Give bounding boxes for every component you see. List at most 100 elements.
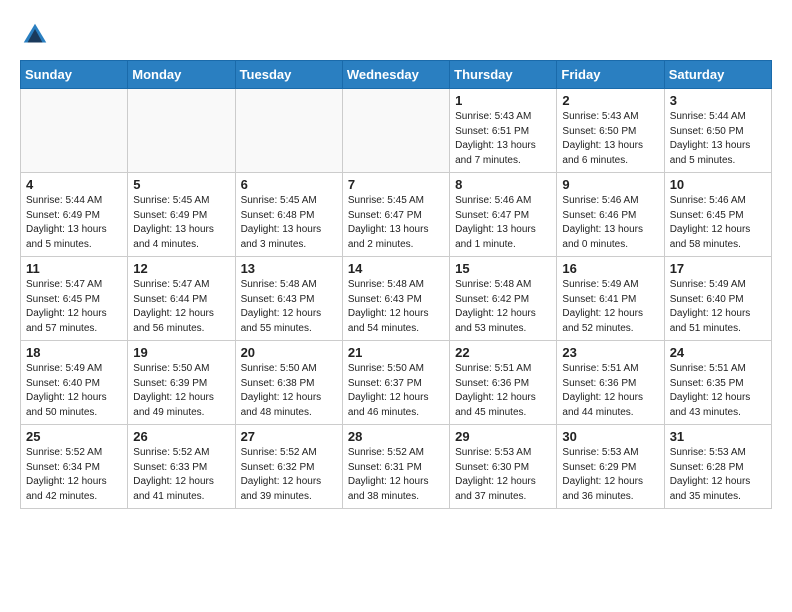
day-info: Sunrise: 5:44 AMSunset: 6:49 PMDaylight:… xyxy=(26,194,122,252)
day-info: Sunrise: 5:46 AMSunset: 6:47 PMDaylight:… xyxy=(455,194,551,252)
day-number: 18 xyxy=(26,345,122,360)
day-number: 3 xyxy=(670,93,766,108)
weekday-header-saturday: Saturday xyxy=(664,61,771,89)
calendar-cell: 24 Sunrise: 5:51 AMSunset: 6:35 PMDayligh… xyxy=(664,341,771,425)
calendar-cell: 5 Sunrise: 5:45 AMSunset: 6:49 PMDaylight… xyxy=(128,173,235,257)
calendar-cell: 15 Sunrise: 5:48 AMSunset: 6:42 PMDayligh… xyxy=(450,257,557,341)
calendar-cell: 22Sunrise: 5:51 AMSunset: 6:36 PMDayligh… xyxy=(450,341,557,425)
day-number: 8 xyxy=(455,177,551,192)
calendar-cell xyxy=(235,89,342,173)
day-number: 12 xyxy=(133,261,229,276)
calendar-cell: 27 Sunrise: 5:52 AMSunset: 6:32 PMDayligh… xyxy=(235,425,342,509)
day-number: 15 xyxy=(455,261,551,276)
day-info: Sunrise: 5:43 AMSunset: 6:50 PMDaylight:… xyxy=(562,110,658,168)
day-info: Sunrise: 5:46 AMSunset: 6:45 PMDaylight:… xyxy=(670,194,766,252)
day-number: 25 xyxy=(26,429,122,444)
calendar-cell: 17 Sunrise: 5:49 AMSunset: 6:40 PMDayligh… xyxy=(664,257,771,341)
day-number: 2 xyxy=(562,93,658,108)
day-info: Sunrise: 5:45 AMSunset: 6:48 PMDaylight:… xyxy=(241,194,337,252)
weekday-header-friday: Friday xyxy=(557,61,664,89)
calendar-cell: 1 Sunrise: 5:43 AMSunset: 6:51 PMDaylight… xyxy=(450,89,557,173)
day-number: 9 xyxy=(562,177,658,192)
day-info: Sunrise: 5:51 AMSunset: 6:36 PMDaylight:… xyxy=(455,362,551,420)
day-info: Sunrise: 5:47 AMSunset: 6:45 PMDaylight:… xyxy=(26,278,122,336)
calendar-table: SundayMondayTuesdayWednesdayThursdayFrid… xyxy=(20,60,772,509)
day-number: 13 xyxy=(241,261,337,276)
calendar-cell: 26Sunrise: 5:52 AMSunset: 6:33 PMDayligh… xyxy=(128,425,235,509)
day-info: Sunrise: 5:52 AMSunset: 6:32 PMDaylight:… xyxy=(241,446,337,504)
calendar-cell: 21 Sunrise: 5:50 AMSunset: 6:37 PMDayligh… xyxy=(342,341,449,425)
calendar-cell: 23Sunrise: 5:51 AMSunset: 6:36 PMDayligh… xyxy=(557,341,664,425)
day-number: 6 xyxy=(241,177,337,192)
day-number: 28 xyxy=(348,429,444,444)
day-number: 17 xyxy=(670,261,766,276)
calendar-cell: 3 Sunrise: 5:44 AMSunset: 6:50 PMDaylight… xyxy=(664,89,771,173)
day-number: 23 xyxy=(562,345,658,360)
calendar-cell: 7Sunrise: 5:45 AMSunset: 6:47 PMDaylight… xyxy=(342,173,449,257)
day-number: 10 xyxy=(670,177,766,192)
calendar-cell: 16 Sunrise: 5:49 AMSunset: 6:41 PMDayligh… xyxy=(557,257,664,341)
day-info: Sunrise: 5:44 AMSunset: 6:50 PMDaylight:… xyxy=(670,110,766,168)
calendar-cell: 18 Sunrise: 5:49 AMSunset: 6:40 PMDayligh… xyxy=(21,341,128,425)
calendar-cell: 14 Sunrise: 5:48 AMSunset: 6:43 PMDayligh… xyxy=(342,257,449,341)
calendar-week-row: 4 Sunrise: 5:44 AMSunset: 6:49 PMDaylight… xyxy=(21,173,772,257)
weekday-header-wednesday: Wednesday xyxy=(342,61,449,89)
day-number: 27 xyxy=(241,429,337,444)
calendar-cell: 6 Sunrise: 5:45 AMSunset: 6:48 PMDaylight… xyxy=(235,173,342,257)
day-info: Sunrise: 5:50 AMSunset: 6:39 PMDaylight:… xyxy=(133,362,229,420)
day-info: Sunrise: 5:48 AMSunset: 6:42 PMDaylight:… xyxy=(455,278,551,336)
day-info: Sunrise: 5:45 AMSunset: 6:49 PMDaylight:… xyxy=(133,194,229,252)
day-info: Sunrise: 5:45 AMSunset: 6:47 PMDaylight:… xyxy=(348,194,444,252)
weekday-header-sunday: Sunday xyxy=(21,61,128,89)
day-info: Sunrise: 5:53 AMSunset: 6:28 PMDaylight:… xyxy=(670,446,766,504)
day-number: 21 xyxy=(348,345,444,360)
calendar-cell: 2 Sunrise: 5:43 AMSunset: 6:50 PMDaylight… xyxy=(557,89,664,173)
calendar-cell: 9 Sunrise: 5:46 AMSunset: 6:46 PMDaylight… xyxy=(557,173,664,257)
weekday-header-thursday: Thursday xyxy=(450,61,557,89)
calendar-cell: 8 Sunrise: 5:46 AMSunset: 6:47 PMDaylight… xyxy=(450,173,557,257)
calendar-cell: 29 Sunrise: 5:53 AMSunset: 6:30 PMDayligh… xyxy=(450,425,557,509)
day-number: 24 xyxy=(670,345,766,360)
day-number: 20 xyxy=(241,345,337,360)
day-info: Sunrise: 5:53 AMSunset: 6:30 PMDaylight:… xyxy=(455,446,551,504)
calendar-cell: 12 Sunrise: 5:47 AMSunset: 6:44 PMDayligh… xyxy=(128,257,235,341)
day-info: Sunrise: 5:52 AMSunset: 6:31 PMDaylight:… xyxy=(348,446,444,504)
day-info: Sunrise: 5:50 AMSunset: 6:38 PMDaylight:… xyxy=(241,362,337,420)
day-info: Sunrise: 5:48 AMSunset: 6:43 PMDaylight:… xyxy=(348,278,444,336)
calendar-week-row: 1 Sunrise: 5:43 AMSunset: 6:51 PMDaylight… xyxy=(21,89,772,173)
calendar-cell xyxy=(128,89,235,173)
calendar-cell: 31 Sunrise: 5:53 AMSunset: 6:28 PMDayligh… xyxy=(664,425,771,509)
day-number: 4 xyxy=(26,177,122,192)
day-number: 1 xyxy=(455,93,551,108)
day-number: 11 xyxy=(26,261,122,276)
day-info: Sunrise: 5:49 AMSunset: 6:41 PMDaylight:… xyxy=(562,278,658,336)
day-number: 29 xyxy=(455,429,551,444)
day-info: Sunrise: 5:47 AMSunset: 6:44 PMDaylight:… xyxy=(133,278,229,336)
day-number: 31 xyxy=(670,429,766,444)
calendar-cell: 13 Sunrise: 5:48 AMSunset: 6:43 PMDayligh… xyxy=(235,257,342,341)
day-info: Sunrise: 5:53 AMSunset: 6:29 PMDaylight:… xyxy=(562,446,658,504)
calendar-cell: 28 Sunrise: 5:52 AMSunset: 6:31 PMDayligh… xyxy=(342,425,449,509)
day-number: 30 xyxy=(562,429,658,444)
day-number: 26 xyxy=(133,429,229,444)
day-info: Sunrise: 5:49 AMSunset: 6:40 PMDaylight:… xyxy=(670,278,766,336)
day-number: 19 xyxy=(133,345,229,360)
day-info: Sunrise: 5:50 AMSunset: 6:37 PMDaylight:… xyxy=(348,362,444,420)
day-info: Sunrise: 5:51 AMSunset: 6:35 PMDaylight:… xyxy=(670,362,766,420)
day-number: 5 xyxy=(133,177,229,192)
calendar-cell xyxy=(342,89,449,173)
calendar-week-row: 11 Sunrise: 5:47 AMSunset: 6:45 PMDayligh… xyxy=(21,257,772,341)
calendar-cell: 11 Sunrise: 5:47 AMSunset: 6:45 PMDayligh… xyxy=(21,257,128,341)
calendar-cell: 20 Sunrise: 5:50 AMSunset: 6:38 PMDayligh… xyxy=(235,341,342,425)
day-info: Sunrise: 5:46 AMSunset: 6:46 PMDaylight:… xyxy=(562,194,658,252)
calendar-cell: 25Sunrise: 5:52 AMSunset: 6:34 PMDayligh… xyxy=(21,425,128,509)
calendar-week-row: 18 Sunrise: 5:49 AMSunset: 6:40 PMDayligh… xyxy=(21,341,772,425)
day-number: 16 xyxy=(562,261,658,276)
header xyxy=(20,20,772,50)
logo-icon xyxy=(20,20,50,50)
calendar-cell xyxy=(21,89,128,173)
day-info: Sunrise: 5:43 AMSunset: 6:51 PMDaylight:… xyxy=(455,110,551,168)
day-info: Sunrise: 5:48 AMSunset: 6:43 PMDaylight:… xyxy=(241,278,337,336)
day-info: Sunrise: 5:49 AMSunset: 6:40 PMDaylight:… xyxy=(26,362,122,420)
day-number: 14 xyxy=(348,261,444,276)
